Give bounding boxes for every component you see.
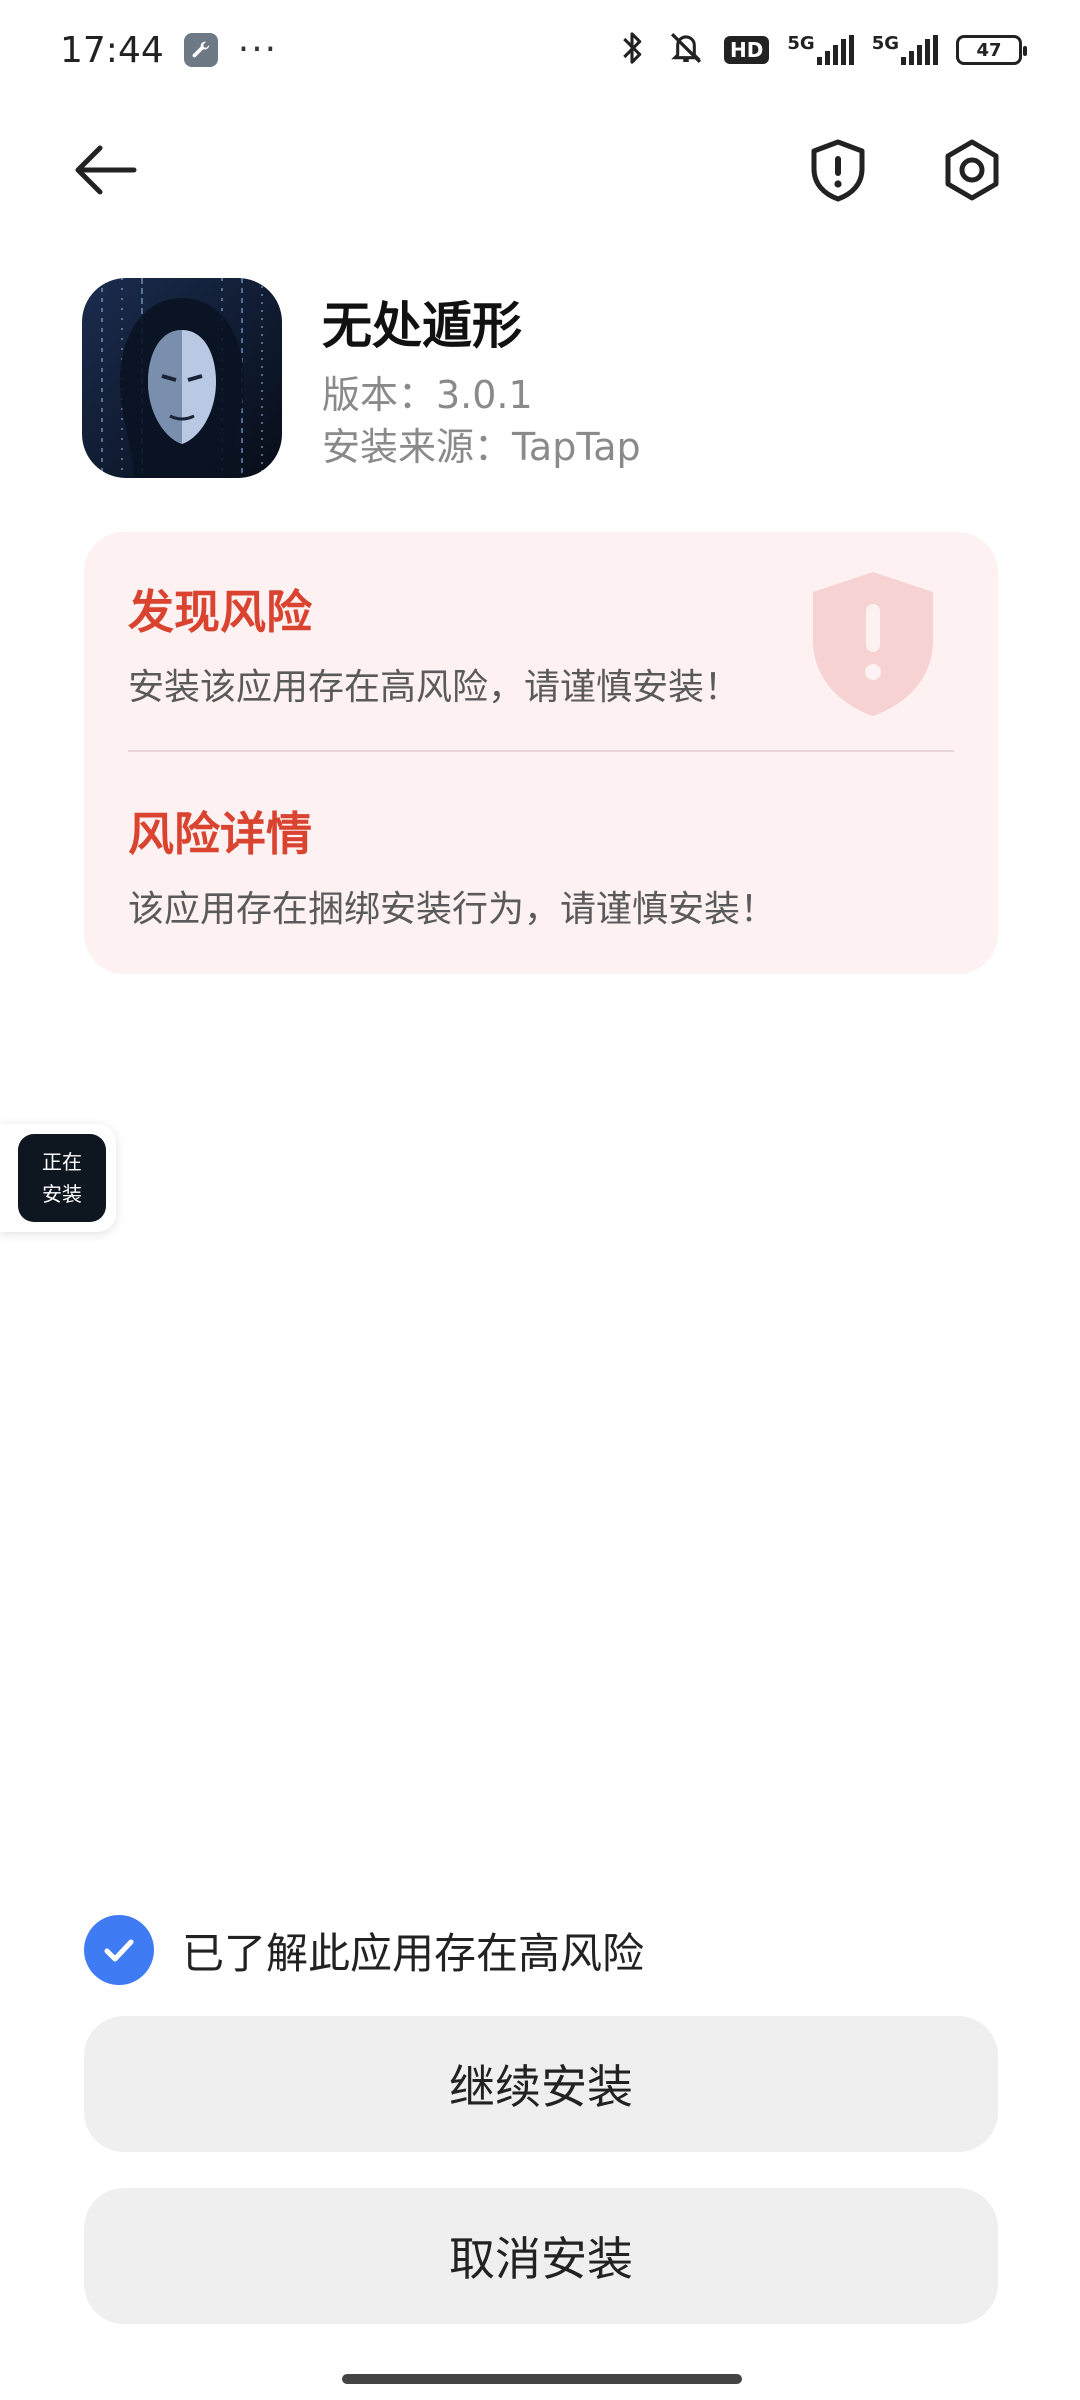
risk-title: 发现风险 [128,585,312,639]
risk-card: 发现风险 安装该应用存在高风险，请谨慎安装！ 风险详情 该应用存在捆绑安装行为，… [84,532,998,974]
back-button[interactable] [70,140,150,200]
status-left: 17:44 ··· [60,30,278,71]
hooded-figure-icon [82,278,282,478]
security-button[interactable] [802,134,874,206]
installing-badge-line2: 安装 [42,1182,82,1206]
shield-watermark-icon [813,572,933,716]
signal-1-icon: 5G [787,33,854,65]
risk-description: 安装该应用存在高风险，请谨慎安装！ [128,667,741,708]
bluetooth-icon [616,30,648,70]
installing-badge-line1: 正在 [42,1150,82,1174]
checkmark-icon [104,1939,134,1962]
acknowledge-label: 已了解此应用存在高风险 [182,1928,645,1978]
shield-alert-icon [811,139,865,202]
risk-detail-title: 风险详情 [128,807,312,861]
status-bar: 17:44 ··· HD 5G 5G 47 [0,0,1080,100]
cancel-install-button[interactable]: 取消安装 [84,2188,998,2324]
install-risk-page: 17:44 ··· HD 5G 5G 47 无处遁形 版本：3.0.1 安装来源… [0,0,1080,2400]
hd-voice-icon: HD [724,36,770,64]
continue-install-button[interactable]: 继续安装 [84,2016,998,2152]
risk-detail-description: 该应用存在捆绑安装行为，请谨慎安装！ [128,889,777,930]
acknowledge-checkbox[interactable] [84,1915,154,1985]
top-bar [0,120,1080,220]
app-icon [82,278,282,478]
installing-badge-inner: 正在 安装 [18,1134,106,1222]
settings-hexagon-icon [945,139,999,201]
status-more: ··· [237,29,279,70]
app-version: 版本：3.0.1 [322,373,533,417]
battery-icon: 47 [956,35,1027,65]
installing-float-badge[interactable]: 正在 安装 [0,1124,116,1232]
home-indicator[interactable] [342,2374,742,2384]
back-arrow-icon [75,145,137,195]
status-right: HD 5G 5G 47 [616,30,1027,70]
network-type-2: 5G [871,33,899,54]
mute-bell-icon [666,30,706,70]
risk-divider [128,750,954,752]
network-type-1: 5G [787,33,815,54]
app-name: 无处遁形 [322,297,522,355]
acknowledge-row[interactable]: 已了解此应用存在高风险 [84,1914,644,1986]
wrench-icon [183,33,218,67]
signal-2-icon: 5G [872,35,938,65]
status-time: 17:44 [60,29,164,71]
app-source: 安装来源：TapTap [322,425,641,469]
settings-button[interactable] [936,134,1008,206]
